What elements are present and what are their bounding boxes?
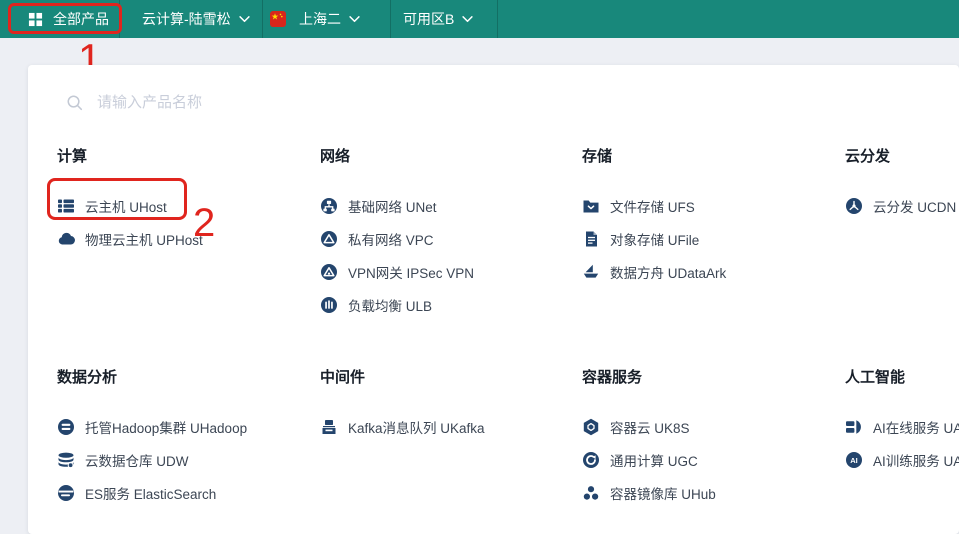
nav-zone-selector[interactable]: 可用区B xyxy=(403,0,473,38)
chevron-down-icon xyxy=(239,16,250,23)
china-flag-icon xyxy=(270,11,286,27)
product-item-elasticsearch[interactable]: ES服务 ElasticSearch xyxy=(57,476,307,509)
udw-icon xyxy=(57,451,75,469)
product-item-label: 对象存储 UFile xyxy=(610,229,699,249)
section-title: 容器服务 xyxy=(582,368,832,388)
section-title: 存储 xyxy=(582,147,832,167)
section-网络: 网络基础网络 UNet 私有网络 VPC VPN网关 IPSec VPN 负载均衡 U… xyxy=(320,147,570,321)
product-item-ukafka[interactable]: Kafka消息队列 UKafka xyxy=(320,410,570,443)
uai-online-icon xyxy=(845,418,863,436)
product-item-uk8s[interactable]: 容器云 UK8S xyxy=(582,410,832,443)
nav-region-selector[interactable]: 上海二 xyxy=(270,0,360,38)
product-item-label: 负载均衡 ULB xyxy=(348,295,432,315)
product-item-label: 通用计算 UGC xyxy=(610,450,698,470)
section-人工智能: 人工智能 AI在线服务 UAI AI AI训练服务 UAI xyxy=(845,368,959,476)
product-item-label: 容器镜像库 UHub xyxy=(610,483,716,503)
product-catalog-panel: 计算云主机 UHost 物理云主机 UPHost 网络基础网络 UNet 私有网络 V… xyxy=(28,65,959,534)
uphost-icon xyxy=(57,230,75,248)
uai-train-icon: AI xyxy=(845,451,863,469)
product-item-unet[interactable]: 基础网络 UNet xyxy=(320,189,570,222)
section-title: 网络 xyxy=(320,147,570,167)
product-item-label: 数据方舟 UDataArk xyxy=(610,262,726,282)
chevron-down-icon xyxy=(349,16,360,23)
product-item-label: 云主机 UHost xyxy=(85,196,167,216)
product-item-uhub[interactable]: 容器镜像库 UHub xyxy=(582,476,832,509)
section-存储: 存储文件存储 UFS 对象存储 UFile 数据方舟 UDataArk xyxy=(582,147,832,288)
product-item-ugc[interactable]: 通用计算 UGC xyxy=(582,443,832,476)
product-item-uai-online[interactable]: AI在线服务 UAI xyxy=(845,410,959,443)
product-item-vpc[interactable]: 私有网络 VPC xyxy=(320,222,570,255)
product-search xyxy=(66,93,399,112)
section-容器服务: 容器服务容器云 UK8S 通用计算 UGC 容器镜像库 UHub xyxy=(582,368,832,509)
ugc-icon xyxy=(582,451,600,469)
elasticsearch-icon xyxy=(57,484,75,502)
product-item-ufs[interactable]: 文件存储 UFS xyxy=(582,189,832,222)
grid-icon xyxy=(28,12,43,27)
section-title: 人工智能 xyxy=(845,368,959,388)
product-item-label: 物理云主机 UPHost xyxy=(85,229,203,249)
product-item-ufile[interactable]: 对象存储 UFile xyxy=(582,222,832,255)
svg-text:AI: AI xyxy=(850,455,858,464)
product-item-uhadoop[interactable]: 托管Hadoop集群 UHadoop xyxy=(57,410,307,443)
product-item-label: ES服务 ElasticSearch xyxy=(85,483,216,503)
product-item-label: 基础网络 UNet xyxy=(348,196,437,216)
udataark-icon xyxy=(582,263,600,281)
product-item-label: 私有网络 VPC xyxy=(348,229,434,249)
nav-all-products[interactable]: 全部产品 xyxy=(28,0,109,38)
product-item-uhost[interactable]: 云主机 UHost xyxy=(57,189,307,222)
nav-divider xyxy=(119,0,120,38)
nav-divider xyxy=(497,0,498,38)
ucdn-icon xyxy=(845,197,863,215)
uhub-icon xyxy=(582,484,600,502)
uk8s-icon xyxy=(582,418,600,436)
product-item-label: 托管Hadoop集群 UHadoop xyxy=(85,417,247,437)
nav-divider xyxy=(390,0,391,38)
product-item-label: AI训练服务 UAI xyxy=(873,450,959,470)
product-item-label: 云分发 UCDN xyxy=(873,196,956,216)
product-item-label: AI在线服务 UAI xyxy=(873,417,959,437)
product-item-vpn[interactable]: VPN网关 IPSec VPN xyxy=(320,255,570,288)
product-item-label: 容器云 UK8S xyxy=(610,417,690,437)
search-icon xyxy=(66,94,83,111)
product-item-uphost[interactable]: 物理云主机 UPHost xyxy=(57,222,307,255)
product-item-uai-train[interactable]: AI AI训练服务 UAI xyxy=(845,443,959,476)
ukafka-icon xyxy=(320,418,338,436)
section-计算: 计算云主机 UHost 物理云主机 UPHost xyxy=(57,147,307,255)
product-item-label: Kafka消息队列 UKafka xyxy=(348,417,485,437)
section-title: 中间件 xyxy=(320,368,570,388)
vpc-icon xyxy=(320,230,338,248)
product-item-ucdn[interactable]: 云分发 UCDN xyxy=(845,189,959,222)
product-item-udataark[interactable]: 数据方舟 UDataArk xyxy=(582,255,832,288)
section-中间件: 中间件 Kafka消息队列 UKafka xyxy=(320,368,570,443)
nav-divider xyxy=(262,0,263,38)
uhadoop-icon xyxy=(57,418,75,436)
ulb-icon xyxy=(320,296,338,314)
product-item-label: 文件存储 UFS xyxy=(610,196,695,216)
vpn-icon xyxy=(320,263,338,281)
ufile-icon xyxy=(582,230,600,248)
product-item-udw[interactable]: 云数据仓库 UDW xyxy=(57,443,307,476)
product-item-label: 云数据仓库 UDW xyxy=(85,450,189,470)
ufs-icon xyxy=(582,197,600,215)
section-数据分析: 数据分析托管Hadoop集群 UHadoop 云数据仓库 UDW ES服务 Elas… xyxy=(57,368,307,509)
top-navigation-bar: 全部产品 云计算-陆雪松 上海二 可用区B xyxy=(0,0,959,38)
section-title: 计算 xyxy=(57,147,307,167)
section-title: 云分发 xyxy=(845,147,959,167)
section-title: 数据分析 xyxy=(57,368,307,388)
chevron-down-icon xyxy=(462,16,473,23)
section-云分发: 云分发云分发 UCDN xyxy=(845,147,959,222)
nav-region-label: 上海二 xyxy=(299,9,341,29)
nav-account-menu[interactable]: 云计算-陆雪松 xyxy=(142,0,250,38)
uhost-icon xyxy=(57,197,75,215)
unet-icon xyxy=(320,197,338,215)
nav-account-label: 云计算-陆雪松 xyxy=(142,9,231,29)
nav-all-products-label: 全部产品 xyxy=(53,9,109,29)
nav-zone-label: 可用区B xyxy=(403,9,454,29)
search-input[interactable] xyxy=(95,93,399,112)
product-item-ulb[interactable]: 负载均衡 ULB xyxy=(320,288,570,321)
product-item-label: VPN网关 IPSec VPN xyxy=(348,262,474,282)
